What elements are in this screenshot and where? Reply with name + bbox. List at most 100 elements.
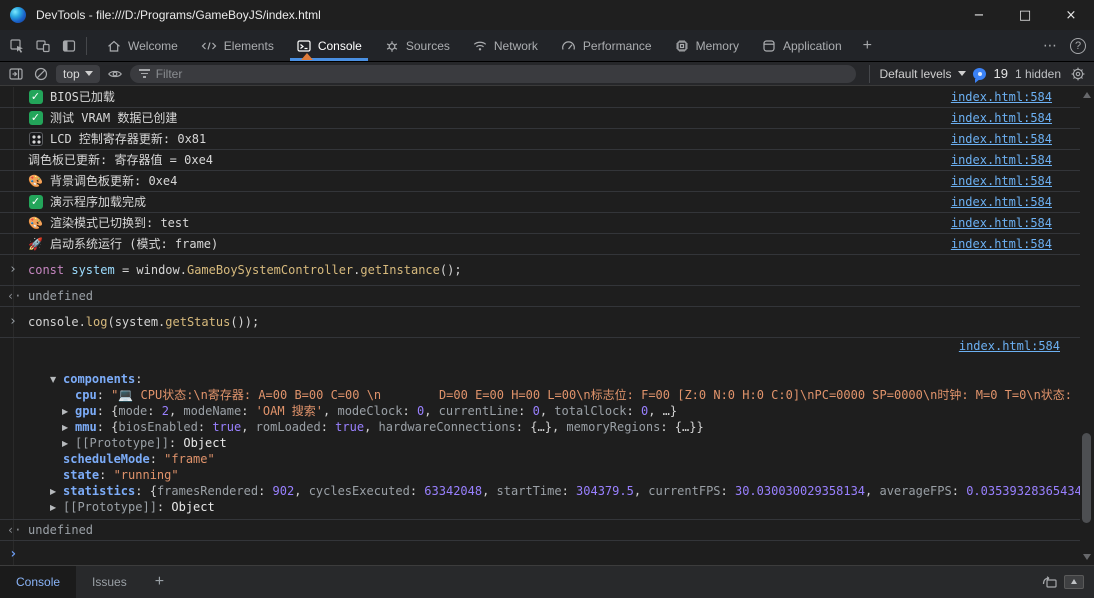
object-tree-row[interactable]: ▶[[Prototype]]: Object: [0, 499, 1080, 515]
source-link[interactable]: index.html:584: [951, 171, 1052, 191]
device-toolbar-icon[interactable]: [30, 34, 56, 58]
console-command-row[interactable]: › const system = window.GameBoySystemCon…: [0, 255, 1080, 286]
expand-panel-button[interactable]: [1064, 575, 1084, 589]
warning-triangle-icon: [301, 53, 313, 60]
console-result-row: ‹· undefined: [0, 520, 1080, 541]
close-button[interactable]: ×: [1048, 0, 1094, 30]
expand-arrow-icon[interactable]: ▼: [50, 372, 63, 387]
help-icon[interactable]: ?: [1070, 38, 1086, 54]
log-message-text: 演示程序加载完成: [50, 192, 939, 212]
bug-icon: [384, 38, 400, 54]
maximize-button[interactable]: □: [1002, 0, 1048, 30]
add-panel-button[interactable]: +: [853, 30, 882, 61]
filter-input[interactable]: Filter: [130, 65, 857, 83]
expand-arrow-icon[interactable]: ▶: [62, 436, 75, 451]
scrollbar-thumb[interactable]: [1082, 433, 1091, 523]
inspect-element-icon[interactable]: [4, 34, 30, 58]
object-tree-row[interactable]: ▶mmu: {biosEnabled: true, romLoaded: tru…: [0, 419, 1080, 435]
tab-elements[interactable]: Elements: [189, 30, 285, 61]
tab-console[interactable]: Console: [285, 30, 373, 61]
object-tree-row[interactable]: scheduleMode: "frame": [0, 451, 1080, 467]
scroll-up-icon[interactable]: [1083, 92, 1091, 98]
palette-icon: 🎨: [28, 216, 43, 230]
context-selector[interactable]: top: [56, 65, 100, 83]
toolbar-separator-2: [869, 65, 870, 83]
tab-label: Console: [318, 39, 362, 53]
hidden-messages-label[interactable]: 1 hidden: [1015, 67, 1061, 81]
drawer-tab-issues[interactable]: Issues: [76, 566, 143, 598]
layout-panel-icon[interactable]: [56, 34, 82, 58]
app-icon: [761, 38, 777, 54]
panel-tabs: WelcomeElements Console Sources Network Perf…: [95, 30, 1033, 61]
console-log-row: 🎨背景调色板更新: 0xe4index.html:584: [0, 171, 1080, 192]
tab-application[interactable]: Application: [750, 30, 853, 61]
console-log-row: ✓演示程序加载完成index.html:584: [0, 192, 1080, 213]
drawer-tab-console[interactable]: Console: [0, 566, 76, 598]
wifi-icon: [472, 38, 488, 54]
tab-sources[interactable]: Sources: [373, 30, 461, 61]
log-list: ✓BIOS已加载index.html:584✓测试 VRAM 数据已创建inde…: [0, 87, 1080, 255]
source-link[interactable]: index.html:584: [951, 87, 1052, 107]
tab-memory[interactable]: Memory: [663, 30, 750, 61]
console-log-row: ✓测试 VRAM 数据已创建index.html:584: [0, 108, 1080, 129]
filter-icon: [139, 67, 150, 80]
message-count: 19: [993, 66, 1007, 81]
tab-welcome[interactable]: Welcome: [95, 30, 189, 61]
dock-panel-icon[interactable]: [1036, 566, 1062, 598]
more-options-icon[interactable]: ⋯: [1033, 37, 1068, 54]
console-command-row[interactable]: › console.log(system.getStatus());: [0, 307, 1080, 338]
drawer-tabbar: ConsoleIssues +: [0, 565, 1094, 598]
tab-label: Network: [494, 39, 538, 53]
object-tree-row[interactable]: ▶[[Prototype]]: Object: [0, 435, 1080, 451]
object-tree-row[interactable]: ▼components:: [0, 371, 1080, 387]
source-link[interactable]: index.html:584: [951, 234, 1052, 254]
tabbar-right: ⋯ ?: [1033, 30, 1094, 61]
return-value-icon: ‹·: [7, 286, 21, 306]
main-tabbar: WelcomeElements Console Sources Network Perf…: [0, 30, 1094, 62]
tab-label: Memory: [696, 39, 739, 53]
drawer-add-tab-button[interactable]: +: [143, 566, 176, 598]
scroll-down-icon[interactable]: [1083, 554, 1091, 560]
source-link[interactable]: index.html:584: [951, 192, 1052, 212]
console-messages-area: ✓BIOS已加载index.html:584✓测试 VRAM 数据已创建inde…: [0, 87, 1094, 565]
expand-arrow-icon[interactable]: ▶: [62, 420, 75, 435]
source-link[interactable]: index.html:584: [951, 150, 1052, 170]
console-log-row: 🎨渲染模式已切换到: testindex.html:584: [0, 213, 1080, 234]
levels-dropdown[interactable]: Default levels: [879, 67, 951, 81]
command-chevron-icon: ›: [9, 312, 17, 332]
window-title: DevTools - file:///D:/Programs/GameBoyJS…: [36, 8, 956, 22]
object-preview-row[interactable]: ▼{state: 'running', scheduleMode: 'frame…: [0, 355, 1080, 371]
code-icon: [200, 38, 218, 54]
success-check-icon: ✓: [28, 111, 43, 125]
context-selector-value: top: [63, 67, 80, 81]
console-sidebar-icon[interactable]: [6, 64, 26, 84]
console-settings-gear-icon[interactable]: [1068, 64, 1088, 84]
source-link[interactable]: index.html:584: [951, 213, 1052, 233]
live-expression-eye-icon[interactable]: [105, 64, 125, 84]
result-text: undefined: [28, 523, 93, 537]
chevron-down-icon: [85, 71, 93, 76]
gauge-icon: [560, 38, 577, 54]
source-link[interactable]: index.html:584: [951, 129, 1052, 149]
expand-arrow-icon[interactable]: ▶: [62, 404, 75, 419]
expand-arrow-icon[interactable]: ▶: [50, 500, 63, 515]
minimize-button[interactable]: −: [956, 0, 1002, 30]
tab-performance[interactable]: Performance: [549, 30, 663, 61]
source-link[interactable]: index.html:584: [951, 108, 1052, 128]
tab-label: Performance: [583, 39, 652, 53]
messages-bubble-icon[interactable]: [973, 68, 986, 80]
object-tree-row[interactable]: cpu: "💻 CPU状态:\n寄存器: A=00 B=00 C=00 \n D…: [0, 387, 1080, 403]
log-message-text: 启动系统运行 (模式: frame): [50, 234, 939, 254]
console-prompt[interactable]: ›: [0, 541, 1080, 565]
object-tree-row[interactable]: ▶statistics: {framesRendered: 902, cycle…: [0, 483, 1080, 499]
clear-console-icon[interactable]: [31, 64, 51, 84]
object-tree-row[interactable]: ▶gpu: {mode: 2, modeName: 'OAM 搜索', mode…: [0, 403, 1080, 419]
source-link[interactable]: index.html:584: [959, 338, 1060, 355]
tab-network[interactable]: Network: [461, 30, 549, 61]
expand-arrow-icon[interactable]: ▶: [50, 484, 63, 499]
home-icon: [106, 38, 122, 54]
arrow-up-icon: [1071, 579, 1077, 584]
vertical-scrollbar[interactable]: [1080, 87, 1094, 565]
object-tree: ▼components: cpu: "💻 CPU状态:\n寄存器: A=00 B…: [0, 371, 1080, 515]
object-tree-row[interactable]: state: "running": [0, 467, 1080, 483]
